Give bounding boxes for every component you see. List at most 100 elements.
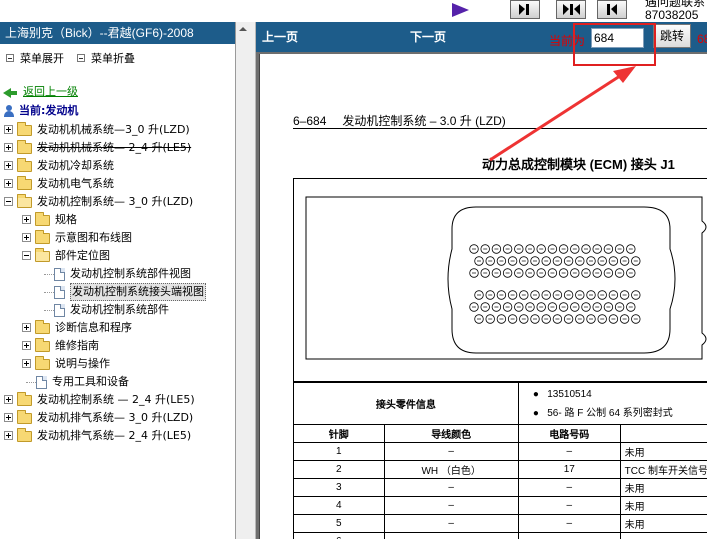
page-header: 6–684 发动机控制系统 – 3.0 升 (LZD) bbox=[293, 112, 506, 129]
tree-item-label[interactable]: 规格 bbox=[55, 211, 77, 229]
collapse-minus-icon[interactable] bbox=[22, 251, 31, 260]
prev-page-button[interactable]: 上一页 bbox=[262, 22, 298, 52]
table-row: 6 bbox=[293, 532, 707, 539]
expand-all-button[interactable]: 菜单展开 bbox=[6, 52, 64, 66]
table-row: 3– – 未用 bbox=[293, 478, 707, 497]
tree-item-label[interactable]: 发动机机械系统—3_0 升(LZD) bbox=[37, 121, 190, 139]
tree-item[interactable]: 发动机排气系统— 3_0 升(LZD) bbox=[0, 409, 236, 427]
expand-plus-icon[interactable] bbox=[4, 413, 13, 422]
folder-icon bbox=[35, 338, 50, 352]
part-info-row: 接头零件信息 ● 13510514 ● 56- 路 F 公制 64 系列密封式 bbox=[293, 382, 707, 425]
table-row: 4– – 未用 bbox=[293, 496, 707, 515]
tree-item-label[interactable]: 发动机电气系统 bbox=[37, 175, 114, 193]
first-page-icon[interactable] bbox=[597, 0, 627, 19]
expand-plus-icon[interactable] bbox=[22, 323, 31, 332]
expand-plus-icon[interactable] bbox=[22, 359, 31, 368]
cell-pin: 3 bbox=[293, 478, 385, 497]
table-header-row: 针脚 导线颜色 电路号码 bbox=[293, 424, 707, 443]
tree-item-label[interactable]: 专用工具和设备 bbox=[52, 373, 129, 391]
tree-item-label[interactable]: 说明与操作 bbox=[55, 355, 110, 373]
expand-plus-icon[interactable] bbox=[4, 179, 13, 188]
document-icon bbox=[54, 286, 65, 299]
tree-item[interactable]: 发动机机械系统—3_0 升(LZD) bbox=[0, 121, 236, 139]
cell-func bbox=[619, 532, 707, 539]
next-chapter-icon[interactable] bbox=[556, 0, 586, 19]
tree-item-label[interactable]: 发动机控制系统 — 2_4 升(LE5) bbox=[37, 391, 195, 409]
tree-item[interactable]: 规格 bbox=[0, 211, 236, 229]
back-link[interactable]: 返回上一级 bbox=[23, 84, 78, 100]
cell-circuit: – bbox=[517, 514, 621, 533]
folder-icon bbox=[17, 410, 32, 424]
expand-plus-icon[interactable] bbox=[4, 431, 13, 440]
expand-plus-icon[interactable] bbox=[4, 125, 13, 134]
user-icon bbox=[3, 105, 15, 118]
expand-plus-icon[interactable] bbox=[4, 395, 13, 404]
tree-connector bbox=[26, 382, 36, 383]
tree-item[interactable]: 部件定位图 bbox=[0, 247, 236, 265]
cell-color: – bbox=[383, 478, 519, 497]
tree-connector bbox=[44, 274, 54, 275]
expand-plus-icon[interactable] bbox=[4, 161, 13, 170]
tree-item-label[interactable]: 发动机控制系统部件视图 bbox=[70, 265, 191, 283]
vehicle-title: 上海别克（Bick）--君越(GF6)-2008 bbox=[0, 22, 235, 44]
play-arrow-icon[interactable] bbox=[452, 3, 469, 17]
tree-item[interactable]: 发动机排气系统— 2_4 升(LE5) bbox=[0, 427, 236, 445]
tree-item-label[interactable]: 维修指南 bbox=[55, 337, 99, 355]
col-pin: 针脚 bbox=[293, 424, 385, 443]
tree-item[interactable]: 发动机控制系统部件视图 bbox=[0, 265, 236, 283]
tree-item[interactable]: 发动机控制系统接头端视图 bbox=[0, 283, 236, 301]
tree-item-label[interactable]: 发动机控制系统— 3_0 升(LZD) bbox=[37, 193, 193, 211]
col-circuit: 电路号码 bbox=[517, 424, 621, 443]
tree-item-label[interactable]: 发动机排气系统— 2_4 升(LE5) bbox=[37, 427, 191, 445]
cell-func: 未用 bbox=[619, 514, 707, 533]
expand-plus-icon[interactable] bbox=[22, 233, 31, 242]
tree-item[interactable]: 诊断信息和程序 bbox=[0, 319, 236, 337]
tree-item-label[interactable]: 发动机排气系统— 3_0 升(LZD) bbox=[37, 409, 193, 427]
tree-item[interactable]: 发动机电气系统 bbox=[0, 175, 236, 193]
folder-icon bbox=[35, 356, 50, 370]
tree-item[interactable]: 说明与操作 bbox=[0, 355, 236, 373]
tree-item-label[interactable]: 发动机机械系统— 2_4 升(LE5) bbox=[37, 139, 191, 157]
cell-pin: 5 bbox=[293, 514, 385, 533]
cell-pin: 2 bbox=[293, 460, 385, 479]
collapse-all-button[interactable]: 菜单折叠 bbox=[77, 52, 135, 66]
tree-item[interactable]: 发动机冷却系统 bbox=[0, 157, 236, 175]
tree-item[interactable]: 发动机控制系统— 3_0 升(LZD) bbox=[0, 193, 236, 211]
tree-item-label[interactable]: 部件定位图 bbox=[55, 247, 110, 265]
next-page-button[interactable]: 下一页 bbox=[410, 22, 446, 52]
jump-button[interactable]: 跳转 bbox=[653, 24, 691, 48]
total-pages: 68 bbox=[697, 32, 707, 46]
tree-item[interactable]: 发动机控制系统部件 bbox=[0, 301, 236, 319]
tree-item-label[interactable]: 诊断信息和程序 bbox=[55, 319, 132, 337]
tree-item[interactable]: 发动机控制系统 — 2_4 升(LE5) bbox=[0, 391, 236, 409]
cell-pin: 1 bbox=[293, 442, 385, 461]
folder-icon bbox=[17, 140, 32, 154]
cell-color: – bbox=[383, 442, 519, 461]
pin-table: 接头零件信息 ● 13510514 ● 56- 路 F 公制 64 系列密封式 … bbox=[293, 382, 707, 539]
navigation-panel: 上海别克（Bick）--君越(GF6)-2008 菜单展开 菜单折叠 返回上一级… bbox=[0, 22, 236, 539]
tree-item[interactable]: 专用工具和设备 bbox=[0, 373, 236, 391]
tree-item-label[interactable]: 示意图和布线图 bbox=[55, 229, 132, 247]
document-page: 6–684 发动机控制系统 – 3.0 升 (LZD) 动力总成控制模块 (ECM… bbox=[259, 54, 707, 539]
connector-figure bbox=[293, 178, 707, 382]
tree-item[interactable]: 发动机机械系统— 2_4 升(LE5) bbox=[0, 139, 236, 157]
last-page-icon[interactable] bbox=[510, 0, 540, 19]
scroll-up-icon[interactable] bbox=[239, 27, 247, 31]
current-label: 当前:发动机 bbox=[19, 104, 79, 117]
tree-item[interactable]: 示意图和布线图 bbox=[0, 229, 236, 247]
screen: 遇问题联系 87038205 上海别克（Bick）--君越(GF6)-2008 … bbox=[0, 0, 707, 539]
tree-item-label[interactable]: 发动机控制系统接头端视图 bbox=[70, 283, 206, 301]
expand-plus-icon[interactable] bbox=[22, 341, 31, 350]
tree-item[interactable]: 维修指南 bbox=[0, 337, 236, 355]
tree-item-label[interactable]: 发动机冷却系统 bbox=[37, 157, 114, 175]
collapse-minus-icon[interactable] bbox=[4, 197, 13, 206]
panel-splitter[interactable] bbox=[236, 22, 256, 539]
expand-plus-icon[interactable] bbox=[22, 215, 31, 224]
expand-plus-icon[interactable] bbox=[4, 143, 13, 152]
part-number-item: ● 13510514 bbox=[532, 389, 592, 400]
document-viewer[interactable]: 6–684 发动机控制系统 – 3.0 升 (LZD) 动力总成控制模块 (ECM… bbox=[256, 52, 707, 539]
tree-item-label[interactable]: 发动机控制系统部件 bbox=[70, 301, 169, 319]
tree-connector bbox=[44, 292, 54, 293]
part-description: 56- 路 F 公制 64 系列密封式 bbox=[547, 408, 673, 419]
contact-number: 87038205 bbox=[645, 8, 699, 22]
